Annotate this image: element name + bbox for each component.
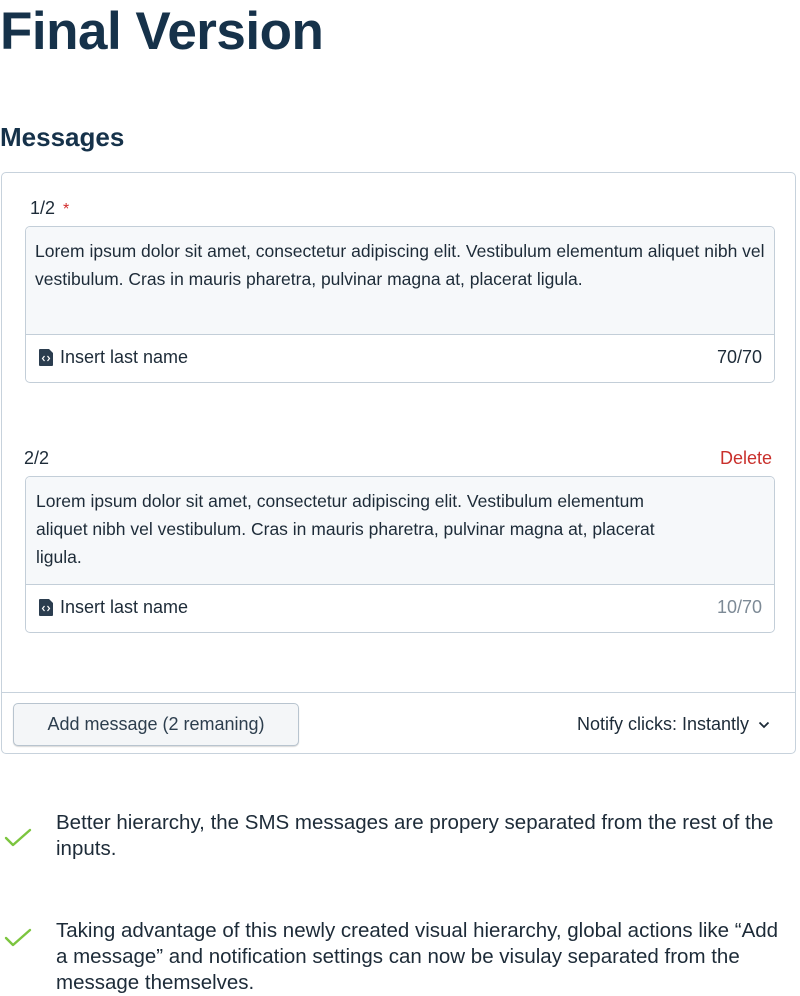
character-count: 70/70 bbox=[716, 347, 762, 367]
messages-card: 1/2 * Lorem ipsum dolor sit amet, consect… bbox=[1, 172, 796, 754]
note-2-text: Taking advantage of this newly created v… bbox=[56, 919, 779, 994]
card-footer-divider bbox=[2, 692, 795, 693]
code-file-icon bbox=[39, 349, 53, 366]
delete-message-button[interactable]: Delete bbox=[720, 447, 772, 469]
add-message-button[interactable]: Add message (2 remaning) bbox=[13, 703, 299, 746]
message-2-footer: Insert last name 10/70 bbox=[26, 585, 774, 631]
message-1-label: 1/2 * bbox=[30, 197, 69, 221]
message-2-textarea[interactable]: Lorem ipsum dolor sit amet, consectetur … bbox=[26, 477, 774, 585]
message-1-number: 1/2 bbox=[30, 198, 56, 218]
section-title: Messages bbox=[0, 122, 125, 152]
message-1-footer: Insert last name 70/70 bbox=[26, 335, 774, 381]
chevron-down-icon bbox=[758, 721, 770, 728]
insert-last-name-button[interactable]: Insert last name bbox=[39, 347, 188, 368]
message-1-textarea[interactable]: Lorem ipsum dolor sit amet, consectetur … bbox=[26, 227, 774, 335]
notify-clicks-label: Notify clicks: Instantly bbox=[576, 714, 749, 734]
page-title: Final Version bbox=[0, 2, 324, 61]
checkmark-icon bbox=[4, 928, 32, 947]
insert-last-name-label: Insert last name bbox=[60, 597, 189, 617]
checkmark-icon bbox=[4, 828, 32, 847]
required-indicator: * bbox=[63, 201, 70, 218]
code-file-icon bbox=[39, 599, 53, 616]
message-2-label: 2/2 bbox=[24, 448, 50, 468]
message-2-editor: Lorem ipsum dolor sit amet, consectetur … bbox=[25, 476, 775, 633]
notify-clicks-dropdown[interactable]: Notify clicks: Instantly bbox=[577, 714, 770, 735]
character-count: 10/70 bbox=[716, 597, 762, 617]
message-1-editor: Lorem ipsum dolor sit amet, consectetur … bbox=[25, 226, 775, 383]
insert-last-name-label: Insert last name bbox=[60, 347, 189, 367]
note-1-text: Better hierarchy, the SMS messages are p… bbox=[56, 811, 774, 860]
insert-last-name-button[interactable]: Insert last name bbox=[39, 597, 188, 618]
